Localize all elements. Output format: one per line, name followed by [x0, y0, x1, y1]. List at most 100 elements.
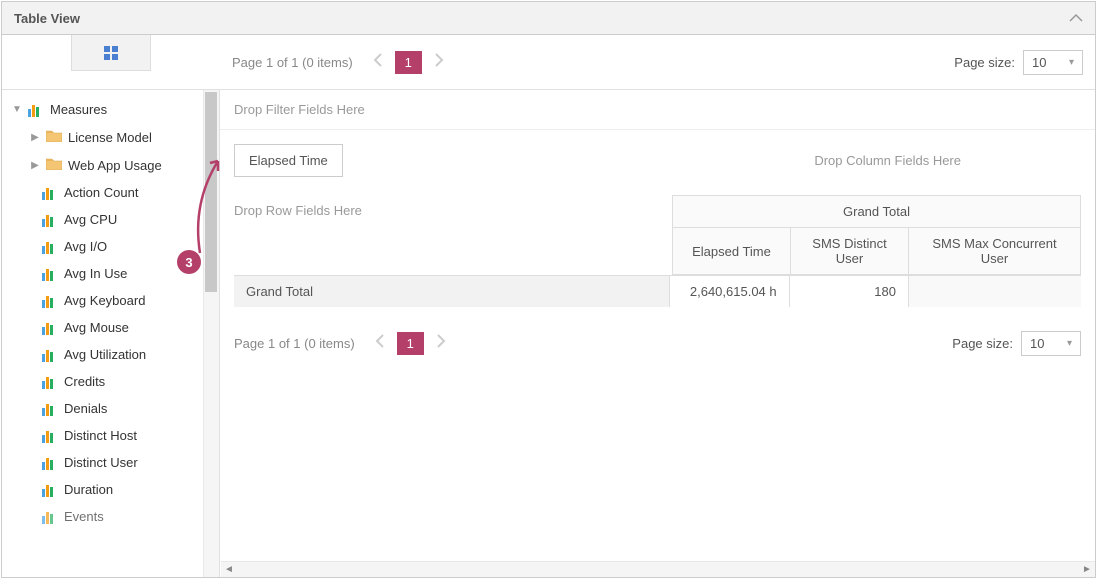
- expand-toggle-icon[interactable]: ▶: [30, 160, 40, 171]
- bars-icon: [28, 103, 44, 117]
- grand-total-header: Grand Total: [673, 196, 1081, 228]
- gt-value-distinct: 180: [789, 276, 908, 307]
- page-size-select[interactable]: 10 ▾: [1021, 331, 1081, 356]
- horizontal-scrollbar[interactable]: ◄ ►: [221, 561, 1095, 577]
- bars-icon: [42, 186, 58, 200]
- tab-section: [2, 35, 220, 89]
- bars-icon: [42, 510, 58, 524]
- col-header-sms-max-concurrent[interactable]: SMS Max Concurrent User: [909, 228, 1081, 275]
- row-drop-zone[interactable]: Drop Row Fields Here: [234, 195, 672, 275]
- tree-root-measures[interactable]: ▼ Measures: [2, 96, 219, 123]
- tree-item-distinct-host[interactable]: Distinct Host: [2, 422, 219, 449]
- pager-current-page[interactable]: 1: [397, 332, 424, 355]
- tree-label: Distinct Host: [64, 428, 137, 443]
- page-size-label: Page size:: [952, 336, 1013, 351]
- grand-total-row: Grand Total 2,640,615.04 h 180: [234, 275, 1081, 307]
- tree-item-avg-mouse[interactable]: Avg Mouse: [2, 314, 219, 341]
- pager-prev-icon[interactable]: [369, 53, 387, 72]
- pivot-top-row: Elapsed Time Drop Column Fields Here: [234, 144, 1081, 177]
- page-size-select[interactable]: 10 ▾: [1023, 50, 1083, 75]
- tree-label: Avg Mouse: [64, 320, 129, 335]
- bars-icon: [42, 402, 58, 416]
- pivot-workspace: Drop Filter Fields Here Elapsed Time Dro…: [220, 90, 1095, 577]
- tree-label: Denials: [64, 401, 107, 416]
- gt-value-concurrent: [908, 276, 1081, 307]
- tree-label: License Model: [68, 130, 152, 145]
- tree-label: Distinct User: [64, 455, 138, 470]
- bars-icon: [42, 240, 58, 254]
- bars-icon: [42, 456, 58, 470]
- pager-current-page[interactable]: 1: [395, 51, 422, 74]
- table-view-panel: Table View Page: [1, 1, 1096, 578]
- pager-prev-icon[interactable]: [371, 334, 389, 353]
- pager-right: Page size: 10 ▾: [952, 331, 1081, 356]
- grid-view-tab[interactable]: [71, 35, 151, 71]
- tree-folder-license-model[interactable]: ▶ License Model: [2, 123, 219, 151]
- tree-folder-web-app-usage[interactable]: ▶ Web App Usage: [2, 151, 219, 179]
- bars-icon: [42, 429, 58, 443]
- pager-right: Page size: 10 ▾: [954, 50, 1083, 75]
- page-size-value: 10: [1030, 336, 1044, 351]
- tree-label: Credits: [64, 374, 105, 389]
- panel-header: Table View: [2, 2, 1095, 35]
- grand-total-label: Grand Total: [234, 276, 669, 307]
- pager-next-icon[interactable]: [432, 334, 450, 353]
- grid-icon: [104, 46, 118, 60]
- tree-item-avg-cpu[interactable]: Avg CPU: [2, 206, 219, 233]
- scroll-left-icon[interactable]: ◄: [221, 562, 237, 578]
- bars-icon: [42, 294, 58, 308]
- col-header-elapsed-time[interactable]: Elapsed Time: [673, 228, 791, 275]
- folder-icon: [46, 129, 62, 145]
- top-toolbar: Page 1 of 1 (0 items) 1 Page size: 10 ▾: [2, 35, 1095, 89]
- tree-label: Avg CPU: [64, 212, 117, 227]
- pager-next-icon[interactable]: [430, 53, 448, 72]
- tree-item-avg-keyboard[interactable]: Avg Keyboard: [2, 287, 219, 314]
- pager-nav: 1: [371, 332, 450, 355]
- field-tree: ▼ Measures ▶ License Model ▶: [2, 90, 219, 536]
- tree-label: Measures: [50, 102, 107, 117]
- panel-title: Table View: [14, 11, 80, 26]
- collapse-toggle-icon[interactable]: ▼: [12, 104, 22, 115]
- pivot-grid-row: Drop Row Fields Here Grand Total Elapsed…: [234, 195, 1081, 275]
- pager-nav: 1: [369, 51, 448, 74]
- tree-label: Avg Utilization: [64, 347, 146, 362]
- caret-down-icon: ▾: [1069, 57, 1074, 68]
- col-header-sms-distinct-user[interactable]: SMS Distinct User: [791, 228, 909, 275]
- tree-item-action-count[interactable]: Action Count: [2, 179, 219, 206]
- tree-item-denials[interactable]: Denials: [2, 395, 219, 422]
- collapse-icon[interactable]: [1069, 10, 1083, 26]
- data-field-chip[interactable]: Elapsed Time: [234, 144, 343, 177]
- tree-label: Action Count: [64, 185, 138, 200]
- tree-item-distinct-user[interactable]: Distinct User: [2, 449, 219, 476]
- expand-toggle-icon[interactable]: ▶: [30, 132, 40, 143]
- tree-label: Avg In Use: [64, 266, 127, 281]
- scrollbar-thumb[interactable]: [205, 92, 217, 292]
- annotation-badge: 3: [177, 250, 201, 274]
- caret-down-icon: ▾: [1067, 338, 1072, 349]
- gt-value-elapsed: 2,640,615.04 h: [669, 276, 788, 307]
- tree-item-avg-utilization[interactable]: Avg Utilization: [2, 341, 219, 368]
- scroll-right-icon[interactable]: ►: [1079, 562, 1095, 578]
- pivot-area: Elapsed Time Drop Column Fields Here Dro…: [220, 130, 1095, 321]
- tree-label: Duration: [64, 482, 113, 497]
- pager-bottom: Page 1 of 1 (0 items) 1 Page size:: [220, 321, 1095, 366]
- bars-icon: [42, 267, 58, 281]
- pivot-table: Grand Total Elapsed Time SMS Distinct Us…: [672, 195, 1081, 275]
- bars-icon: [42, 213, 58, 227]
- bars-icon: [42, 321, 58, 335]
- bars-icon: [42, 483, 58, 497]
- tree-item-events[interactable]: Events: [2, 503, 219, 530]
- pager-info: Page 1 of 1 (0 items): [234, 336, 355, 351]
- tree-label: Web App Usage: [68, 158, 162, 173]
- tree-label: Avg Keyboard: [64, 293, 145, 308]
- folder-icon: [46, 157, 62, 173]
- tree-item-credits[interactable]: Credits: [2, 368, 219, 395]
- bars-icon: [42, 348, 58, 362]
- tree-item-duration[interactable]: Duration: [2, 476, 219, 503]
- panel-body: Page 1 of 1 (0 items) 1 Page size: 10 ▾: [2, 35, 1095, 577]
- sidebar-scrollbar[interactable]: [203, 90, 219, 577]
- pager-top: Page 1 of 1 (0 items) 1 Page size: 10 ▾: [220, 50, 1095, 75]
- pager-info: Page 1 of 1 (0 items): [232, 55, 353, 70]
- filter-drop-zone[interactable]: Drop Filter Fields Here: [220, 90, 1095, 130]
- column-drop-zone[interactable]: Drop Column Fields Here: [814, 153, 1081, 168]
